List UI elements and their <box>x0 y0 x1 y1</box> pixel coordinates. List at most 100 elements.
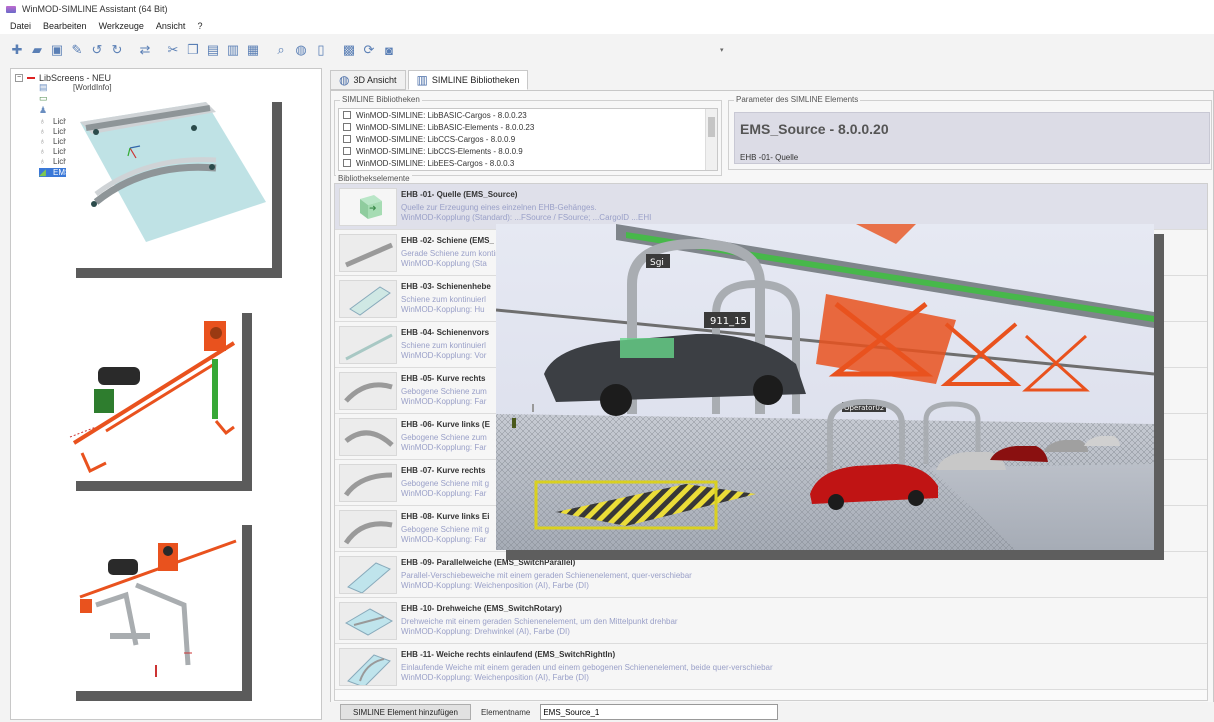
paste-special-icon[interactable]: ▥ <box>224 41 242 59</box>
tab-label: SIMLINE Bibliotheken <box>431 75 520 85</box>
library-item-label: WinMOD-SIMLINE: LibCCS-Cargos - 8.0.0.9 <box>356 134 516 144</box>
zoom-icon[interactable]: ⌕ <box>272 41 290 59</box>
element-description: Gebogene Schiene mit g <box>401 525 490 534</box>
library-icon[interactable]: ▯ <box>312 41 330 59</box>
element-title: EHB -05- Kurve rechts <box>401 374 486 383</box>
edit-icon[interactable]: ✎ <box>68 41 86 59</box>
element-thumbnail <box>339 602 397 640</box>
tab-label: 3D Ansicht <box>353 75 397 85</box>
3d-scene-preview: 911_15 Sgi Operator02 <box>496 224 1154 550</box>
library-checkbox[interactable] <box>343 147 351 155</box>
tree-node-screen[interactable]: ▭ <box>39 94 53 103</box>
element-row[interactable]: EHB -09- Parallelweiche (EMS_SwitchParal… <box>335 552 1207 598</box>
library-checkbox[interactable] <box>343 159 351 167</box>
element-thumbnail <box>339 648 397 686</box>
layout-icon[interactable]: ▩ <box>340 41 358 59</box>
element-coupling: WinMOD-Kopplung: Hu <box>401 305 485 314</box>
3d-scene-image: 911_15 Sgi Operator02 <box>496 224 1154 550</box>
scrollbar-thumb[interactable] <box>708 117 715 137</box>
app-window: WinMOD-SIMLINE Assistant (64 Bit) Datei … <box>0 0 1214 722</box>
element-title: EHB -06- Kurve links (E <box>401 420 490 429</box>
element-description: Schiene zum kontinuierl <box>401 295 486 304</box>
element-description: Parallel-Verschiebeweiche mit einem gera… <box>401 571 692 580</box>
worldinfo-icon: ▤ <box>39 82 48 92</box>
mechanism-preview-image <box>69 321 236 474</box>
menu-ansicht[interactable]: Ansicht <box>150 21 192 31</box>
element-title: EHB -02- Schiene (EMS_ <box>401 236 494 245</box>
tab-simline-libraries[interactable]: ▥ SIMLINE Bibliotheken <box>407 70 529 90</box>
camera-icon[interactable]: ◙ <box>380 41 398 59</box>
save-icon[interactable]: ▣ <box>48 41 66 59</box>
element-title: EHB -01- Quelle (EMS_Source) <box>401 190 518 199</box>
tree-node-light[interactable]: ♁ Lich <box>39 157 68 167</box>
tree-root[interactable]: − LibScreens - NEU <box>15 73 111 83</box>
import-icon[interactable]: ⇄ <box>136 41 154 59</box>
scene-label: 911_15 <box>710 316 747 327</box>
element-name-input[interactable] <box>540 704 779 720</box>
element-row[interactable]: EHB -10- Drehweiche (EMS_SwitchRotary) D… <box>335 598 1207 644</box>
tree-node-light[interactable]: ♁ Lich <box>39 127 68 137</box>
element-coupling: WinMOD-Kopplung: Far <box>401 397 487 406</box>
frame-preview-card <box>66 515 242 691</box>
refresh-icon[interactable]: ⟳ <box>360 41 378 59</box>
undo-icon[interactable]: ↺ <box>88 41 106 59</box>
library-item[interactable]: WinMOD-SIMLINE: LibCCS-Cargos - 8.0.0.9 <box>339 133 717 145</box>
rail-preview-card <box>66 92 272 268</box>
library-item[interactable]: WinMOD-SIMLINE: LibCCS-Elements - 8.0.0.… <box>339 145 717 157</box>
menu-datei[interactable]: Datei <box>4 21 37 31</box>
tree-node-worldinfo[interactable]: ▤ [WorldInfo] <box>39 82 112 93</box>
element-description: Einlaufende Weiche mit einem geraden und… <box>401 663 773 672</box>
element-title: EHB -09- Parallelweiche (EMS_SwitchParal… <box>401 558 576 567</box>
library-item-label: WinMOD-SIMLINE: LibCCS-Elements - 8.0.0.… <box>356 146 523 156</box>
rail-preview-image <box>80 102 266 242</box>
element-thumbnail <box>339 280 397 318</box>
tree-node-label: [WorldInfo] <box>73 83 112 92</box>
element-thumbnail <box>339 418 397 456</box>
tab-3d-view[interactable]: ◍ 3D Ansicht <box>330 70 406 90</box>
element-coupling: WinMOD-Kopplung (Sta <box>401 259 487 268</box>
tree-root-label: LibScreens - NEU <box>39 73 112 83</box>
element-thumbnail <box>339 464 397 502</box>
cut-icon[interactable]: ✂ <box>164 41 182 59</box>
open-icon[interactable]: ▰ <box>28 41 46 59</box>
element-title: EHB -07- Kurve rechts <box>401 466 486 475</box>
element-title: EHB -03- Schienenhebe <box>401 282 491 291</box>
tree-node-light[interactable]: ♁ Lich <box>39 136 68 147</box>
copy-icon[interactable]: ❐ <box>184 41 202 59</box>
menu-help[interactable]: ? <box>191 21 208 31</box>
element-thumbnail <box>339 326 397 364</box>
new-icon[interactable]: ✚ <box>8 41 26 59</box>
tree-node-light[interactable]: ♁ Lich <box>39 147 68 157</box>
collapse-icon[interactable]: − <box>15 74 23 82</box>
globe-icon[interactable]: ◍ <box>292 41 310 59</box>
library-scrollbar[interactable] <box>705 109 717 170</box>
library-list: WinMOD-SIMLINE: LibBASIC-Cargos - 8.0.0.… <box>338 108 718 171</box>
paste-window-icon[interactable]: ▦ <box>244 41 262 59</box>
library-item-label: WinMOD-SIMLINE: LibEES-Cargos - 8.0.0.3 <box>356 158 515 168</box>
element-description: Drehweiche mit einem geraden Schienenele… <box>401 617 678 626</box>
tree-node-person[interactable]: ♟ <box>39 106 53 115</box>
element-coupling: WinMOD-Kopplung (Standard): ...FSource /… <box>401 213 652 222</box>
library-item[interactable]: WinMOD-SIMLINE: LibBASIC-Elements - 8.0.… <box>339 121 717 133</box>
element-coupling: WinMOD-Kopplung: Weichenposition (AI), F… <box>401 673 589 682</box>
library-checkbox[interactable] <box>343 135 351 143</box>
tree-node-light[interactable]: ♁ Lich <box>39 117 68 127</box>
library-checkbox[interactable] <box>343 123 351 131</box>
library-item[interactable]: WinMOD-SIMLINE: LibEES-Cargos - 8.0.0.3 <box>339 157 717 169</box>
element-title: EHB -10- Drehweiche (EMS_SwitchRotary) <box>401 604 562 613</box>
light-icon: ♁ <box>39 136 46 146</box>
redo-icon[interactable]: ↻ <box>108 41 126 59</box>
toolbar-dropdown-icon[interactable]: ▾ <box>720 46 730 54</box>
element-row[interactable]: EHB -11- Weiche rechts einlaufend (EMS_S… <box>335 644 1207 690</box>
paste-icon[interactable]: ▤ <box>204 41 222 59</box>
add-element-button[interactable]: SIMLINE Element hinzufügen <box>340 704 471 720</box>
element-coupling: WinMOD-Kopplung: Far <box>401 489 487 498</box>
library-checkbox[interactable] <box>343 111 351 119</box>
element-description: Gebogene Schiene zum <box>401 433 487 442</box>
params-group-label: Parameter des SIMLINE Elements <box>734 95 861 104</box>
menu-werkzeuge[interactable]: Werkzeuge <box>93 21 150 31</box>
library-item[interactable]: WinMOD-SIMLINE: LibBASIC-Cargos - 8.0.0.… <box>339 109 717 121</box>
menu-bearbeiten[interactable]: Bearbeiten <box>37 21 93 31</box>
element-coupling: WinMOD-Kopplung: Far <box>401 535 487 544</box>
title-bar: WinMOD-SIMLINE Assistant (64 Bit) <box>0 0 1214 18</box>
